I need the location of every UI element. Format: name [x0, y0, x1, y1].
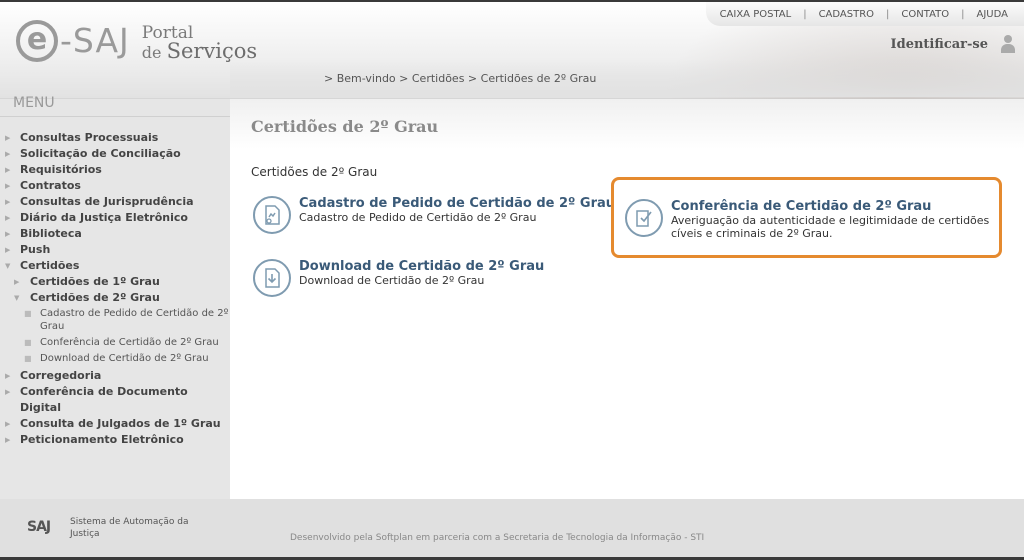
sidebar-item-biblioteca[interactable]: ▶ Biblioteca	[0, 226, 232, 242]
certificate-document-icon[interactable]	[253, 196, 291, 234]
download-document-icon[interactable]	[253, 259, 291, 297]
card-description: Averiguação da autenticidade e legitimid…	[671, 214, 990, 240]
card-description: Download de Certidão de 2º Grau	[299, 274, 485, 287]
top-nav-separator: |	[803, 8, 807, 20]
expand-arrow-icon: ▶	[5, 134, 11, 142]
expand-arrow-icon: ▶	[5, 246, 11, 254]
top-link-ajuda[interactable]: AJUDA	[977, 9, 1008, 20]
expand-arrow-icon: ▶	[5, 182, 11, 190]
expand-arrow-icon: ▶	[5, 166, 11, 174]
card-description: Cadastro de Pedido de Certidão de 2º Gra…	[299, 211, 537, 224]
identify-label[interactable]: Identificar-se	[891, 37, 988, 52]
logo-e-mark: e	[16, 20, 58, 62]
section-label: Certidões de 2º Grau	[251, 165, 378, 179]
sidebar-item-certidoes-2-grau[interactable]: ▼ Certidões de 2º Grau	[0, 290, 232, 306]
sidebar-item-conferencia-documento-digital[interactable]: ▶ Conferência de Documento Digital	[0, 384, 232, 416]
logo-portal-text: Portal de Serviços	[141, 23, 258, 63]
logo-brand-text: -SAJ	[60, 21, 130, 60]
menu-divider	[0, 116, 230, 117]
card-cadastro-pedido-certidao[interactable]: Cadastro de Pedido de Certidão de 2º Gra…	[253, 196, 615, 234]
sidebar-item-consultas-jurisprudencia[interactable]: ▶ Consultas de Jurisprudência	[0, 194, 232, 210]
sidebar-item-conferencia-certidao[interactable]: ■ Conferência de Certidão de 2º Grau	[0, 336, 232, 349]
sidebar-item-contratos[interactable]: ▶ Contratos	[0, 178, 232, 194]
top-nav: CAIXA POSTAL | CADASTRO | CONTATO | AJUD…	[706, 2, 1024, 26]
check-document-icon[interactable]	[625, 199, 663, 237]
sidebar-item-requisitorios[interactable]: ▶ Requisitórios	[0, 162, 232, 178]
expand-arrow-icon: ▶	[5, 388, 11, 396]
esaj-logo[interactable]: e -SAJ Portal de Serviços	[16, 12, 257, 62]
expand-arrow-icon: ▶	[5, 150, 11, 158]
identify-link[interactable]: Identificar-se	[891, 35, 1016, 53]
card-title[interactable]: Download de Certidão de 2º Grau	[299, 259, 544, 274]
sidebar-item-cadastro-pedido-certidao[interactable]: ■ Cadastro de Pedido de Certidão de 2º Gr…	[0, 307, 232, 333]
card-title[interactable]: Conferência de Certidão de 2º Grau	[671, 199, 991, 214]
top-link-caixa-postal[interactable]: CAIXA POSTAL	[720, 9, 792, 20]
sidebar-menu: ▶ Consultas Processuais ▶ Solicitação de C…	[0, 130, 232, 448]
expand-arrow-icon: ▶	[5, 214, 11, 222]
user-icon[interactable]	[1000, 35, 1016, 53]
footer: SAJ Sistema de Automação da Justiça Dese…	[0, 499, 1024, 560]
expand-arrow-icon: ▶	[14, 278, 20, 286]
collapse-arrow-icon: ▼	[14, 294, 20, 302]
bullet-icon: ■	[24, 354, 32, 363]
sidebar-item-consultas-processuais[interactable]: ▶ Consultas Processuais	[0, 130, 232, 146]
top-nav-separator: |	[886, 8, 890, 20]
expand-arrow-icon: ▶	[5, 230, 11, 238]
top-nav-separator: |	[961, 8, 965, 20]
sidebar-item-consulta-julgados[interactable]: ▶ Consulta de Julgados de 1º Grau	[0, 416, 232, 432]
sidebar: MENU ▶ Consultas Processuais ▶ Solicitação…	[0, 95, 232, 499]
collapse-arrow-icon: ▼	[5, 262, 11, 270]
page-title: Certidões de 2º Grau	[251, 117, 439, 136]
expand-arrow-icon: ▶	[5, 372, 11, 380]
footer-saj-logo: SAJ	[27, 519, 51, 535]
card-title[interactable]: Cadastro de Pedido de Certidão de 2º Gra…	[299, 196, 615, 211]
sidebar-item-download-certidao[interactable]: ■ Download de Certidão de 2º Grau	[0, 352, 232, 365]
footer-credit: Desenvolvido pela Softplan em parceria c…	[290, 533, 705, 543]
expand-arrow-icon: ▶	[5, 420, 11, 428]
sidebar-item-corregedoria[interactable]: ▶ Corregedoria	[0, 368, 232, 384]
expand-arrow-icon: ▶	[5, 198, 11, 206]
expand-arrow-icon: ▶	[5, 436, 11, 444]
top-link-cadastro[interactable]: CADASTRO	[819, 9, 874, 20]
menu-title: MENU	[13, 95, 55, 111]
sidebar-item-certidoes-1-grau[interactable]: ▶ Certidões de 1º Grau	[0, 274, 232, 290]
sidebar-item-push[interactable]: ▶ Push	[0, 242, 232, 258]
card-download-certidao[interactable]: Download de Certidão de 2º Grau Download…	[253, 259, 544, 297]
top-link-contato[interactable]: CONTATO	[901, 9, 949, 20]
footer-system-name: Sistema de Automação da Justiça	[70, 517, 189, 539]
card-conferencia-certidao[interactable]: Conferência de Certidão de 2º Grau Averi…	[611, 177, 1002, 258]
breadcrumb[interactable]: > Bem-vindo > Certidões > Certidões de 2…	[324, 72, 596, 85]
main-content: Certidões de 2º Grau Certidões de 2º Gra…	[230, 99, 1024, 499]
sidebar-item-diario-justica[interactable]: ▶ Diário da Justiça Eletrônico	[0, 210, 232, 226]
bullet-icon: ■	[24, 338, 32, 347]
sidebar-item-certidoes[interactable]: ▼ Certidões	[0, 258, 232, 274]
sidebar-item-peticionamento-eletronico[interactable]: ▶ Peticionamento Eletrônico	[0, 432, 232, 448]
sidebar-item-solicitacao-conciliacao[interactable]: ▶ Solicitação de Conciliação	[0, 146, 232, 162]
bullet-icon: ■	[24, 309, 32, 318]
